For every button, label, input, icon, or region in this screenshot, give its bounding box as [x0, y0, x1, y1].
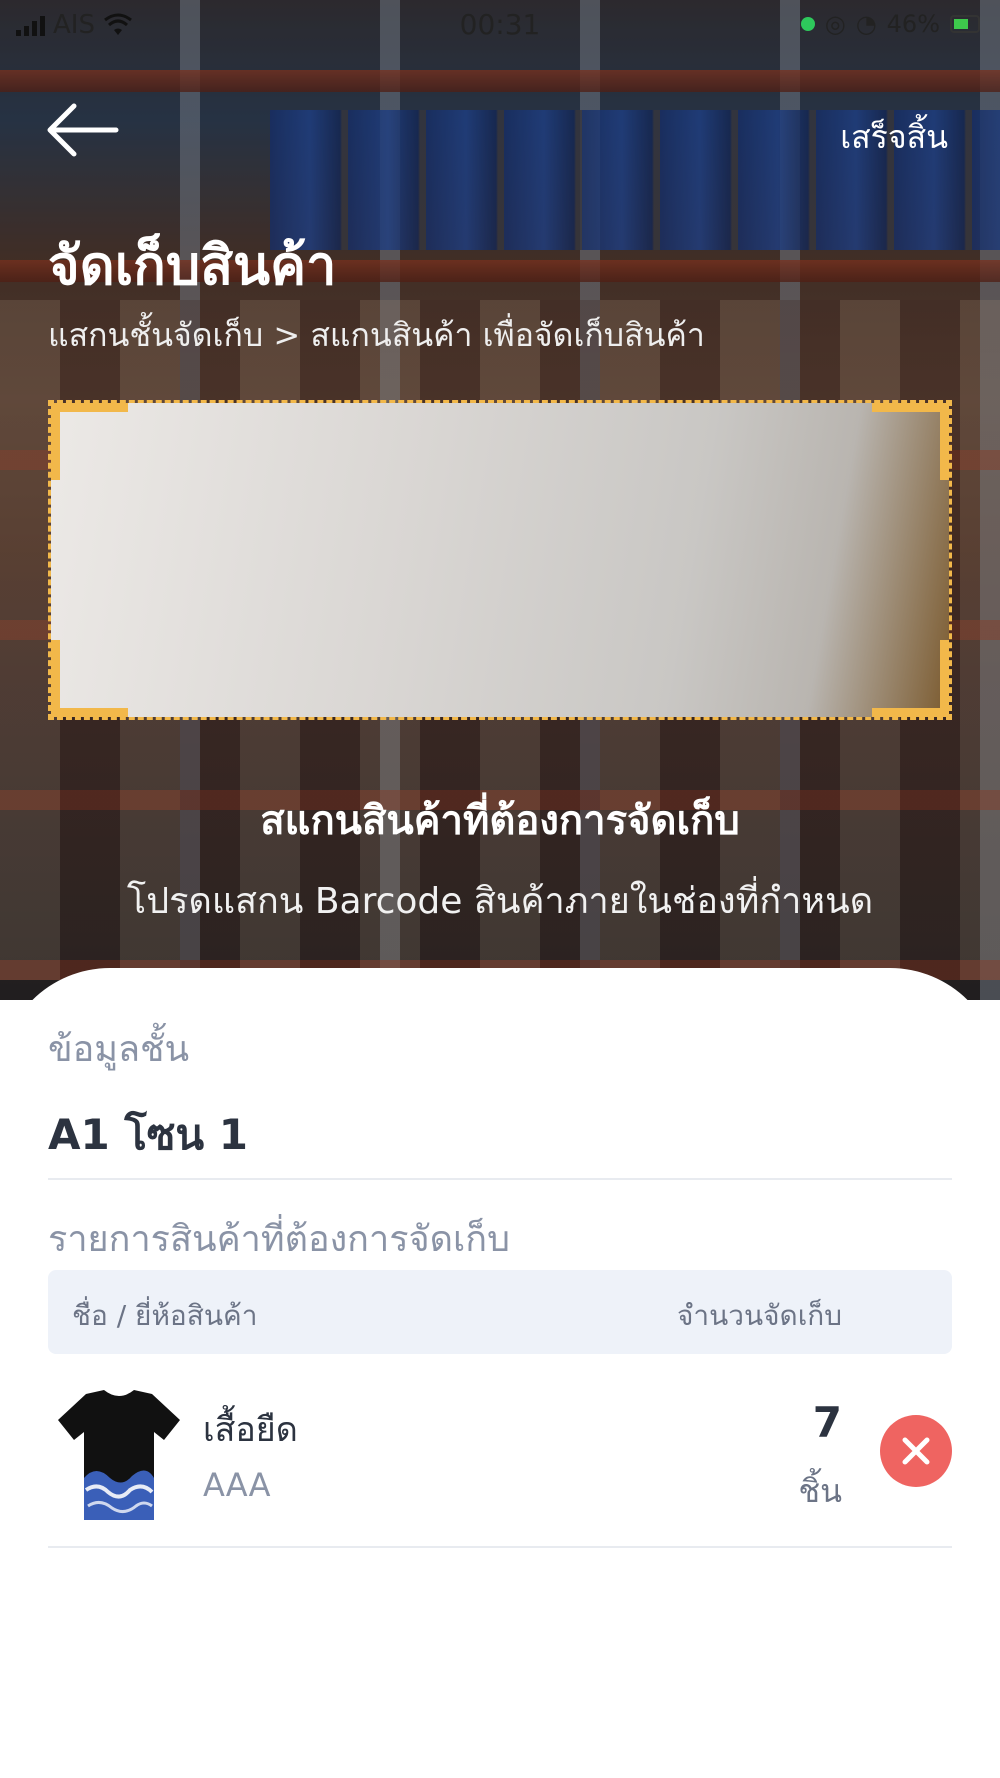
items-table-header: ชื่อ / ยี่ห้อสินค้า จำนวนจัดเก็บ: [48, 1270, 952, 1354]
page-title: จัดเก็บสินค้า: [48, 234, 337, 297]
product-quantity: 7: [812, 1398, 842, 1447]
battery-percent: 46%: [886, 10, 940, 38]
column-header-qty: จำนวนจัดเก็บ: [676, 1299, 842, 1332]
scan-instruction-hint: โปรดแสกน Barcode สินค้าภายในช่องที่กำหนด: [126, 881, 874, 922]
divider: [48, 1546, 952, 1548]
items-list-label: รายการสินค้าที่ต้องการจัดเก็บ: [48, 1219, 510, 1260]
scan-instruction-title: สแกนสินค้าที่ต้องการจัดเก็บ: [260, 798, 740, 844]
shelf-info-value: A1 โซน 1: [48, 1110, 248, 1159]
scan-corner: [51, 403, 128, 480]
scan-corner: [872, 403, 949, 480]
divider: [48, 1178, 952, 1180]
close-icon: [902, 1437, 930, 1465]
status-bar: AIS 00:31 ◎ ◔ 46%: [0, 0, 1000, 50]
shelf-info-label: ข้อมูลชั้น: [48, 1029, 190, 1070]
barcode-scan-frame: [48, 400, 952, 720]
breadcrumb: แสกนชั้นจัดเก็บ > สแกนสินค้า เพื่อจัดเก็…: [48, 316, 705, 354]
orientation-lock-icon: ◎: [824, 10, 846, 38]
alarm-icon: ◔: [855, 10, 877, 38]
remove-item-button[interactable]: [880, 1415, 952, 1487]
arrow-left-icon: [47, 103, 119, 157]
bottom-sheet: [0, 968, 1000, 1778]
battery-icon: [950, 15, 980, 33]
product-quantity-unit: ชิ้น: [798, 1472, 842, 1510]
column-header-name: ชื่อ / ยี่ห้อสินค้า: [72, 1299, 258, 1332]
status-right: ◎ ◔ 46%: [800, 10, 980, 38]
back-button[interactable]: [44, 100, 124, 160]
product-name: เสื้อยืด: [203, 1410, 298, 1450]
scan-corner: [872, 640, 949, 717]
product-brand: AAA: [203, 1466, 271, 1504]
table-row[interactable]: เสื้อยืด AAA 7 ชิ้น: [48, 1380, 952, 1540]
scan-corner: [51, 640, 128, 717]
tshirt-thumbnail: [58, 1390, 180, 1520]
camera-preview: [51, 403, 949, 717]
camera-in-use-indicator: [800, 17, 815, 31]
done-button[interactable]: เสร็จสิ้น: [840, 112, 948, 163]
